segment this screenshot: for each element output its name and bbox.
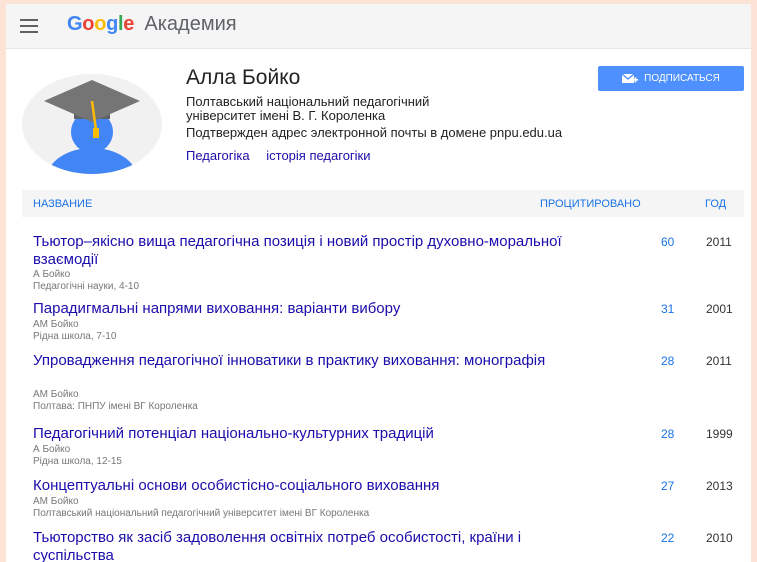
cited-count[interactable]: 22	[661, 531, 674, 545]
cited-count[interactable]: 28	[661, 354, 674, 368]
affiliation: Полтавський національний педагогічний ун…	[186, 94, 430, 123]
follow-label: ПОДПИСАТЬСЯ	[644, 73, 720, 84]
article-source: Педагогічні науки, 4-10	[33, 281, 140, 292]
article-source: Полтавський національний педагогічний ун…	[33, 508, 370, 519]
scholar-logo[interactable]: Google Академия	[67, 13, 237, 36]
article-source: Рідна школа, 7-10	[33, 331, 117, 342]
article-authors: А Бойко	[33, 269, 71, 280]
email-follow-icon	[622, 73, 639, 83]
hamburger-menu-icon[interactable]	[20, 19, 38, 33]
interest-history-pedagogy[interactable]: історія педагогіки	[266, 148, 370, 163]
article-source: Полтава: ПНПУ імені ВГ Короленка	[33, 401, 198, 412]
article-title[interactable]: Педагогічний потенціал національно-культ…	[33, 425, 593, 443]
cited-count[interactable]: 28	[661, 427, 674, 441]
article-year: 2011	[706, 354, 732, 368]
article-year: 2013	[706, 479, 733, 493]
graduate-avatar-icon	[22, 74, 162, 174]
article-authors: АМ Бойко	[33, 319, 79, 330]
article-title[interactable]: Парадигмальні напрями виховання: варіант…	[33, 300, 593, 318]
product-name: Академия	[144, 13, 237, 35]
article-title[interactable]: Упровадження педагогічної інноватики в п…	[33, 352, 593, 370]
interest-pedagogy[interactable]: Педагогіка	[186, 148, 250, 163]
cited-count[interactable]: 60	[661, 235, 674, 249]
app-bar: Google Академия	[6, 4, 751, 49]
research-interests: Педагогіка історія педагогіки	[186, 148, 384, 163]
article-title[interactable]: Концептуальні основи особистісно-соціаль…	[33, 477, 593, 495]
sort-by-cited[interactable]: ПРОЦИТИРОВАНО	[540, 198, 641, 210]
article-title[interactable]: Тьюторство як засіб задоволення освітніх…	[33, 529, 593, 562]
cited-count[interactable]: 31	[661, 302, 674, 316]
follow-button[interactable]: ПОДПИСАТЬСЯ	[598, 66, 744, 91]
avatar	[22, 74, 162, 174]
page-frame: Google Академия Алла Бойко Полтавський н…	[6, 4, 751, 562]
article-year: 2001	[706, 302, 733, 316]
article-year: 2010	[706, 531, 733, 545]
article-source: Рідна школа, 12-15	[33, 456, 122, 467]
articles-table-header: НАЗВАНИЕ ПРОЦИТИРОВАНО ГОД	[22, 190, 744, 217]
article-year: 2011	[706, 235, 732, 249]
sort-by-year[interactable]: ГОД	[705, 198, 726, 210]
sort-by-title[interactable]: НАЗВАНИЕ	[33, 198, 92, 210]
cited-count[interactable]: 27	[661, 479, 674, 493]
article-authors: А Бойко	[33, 444, 71, 455]
profile-name: Алла Бойко	[186, 66, 301, 89]
article-authors: АМ Бойко	[33, 496, 79, 507]
article-title[interactable]: Тьютор–якісно вища педагогічна позиція і…	[33, 233, 593, 269]
article-authors: АМ Бойко	[33, 389, 79, 400]
article-year: 1999	[706, 427, 733, 441]
verified-email: Подтвержден адрес электронной почты в до…	[186, 125, 563, 140]
